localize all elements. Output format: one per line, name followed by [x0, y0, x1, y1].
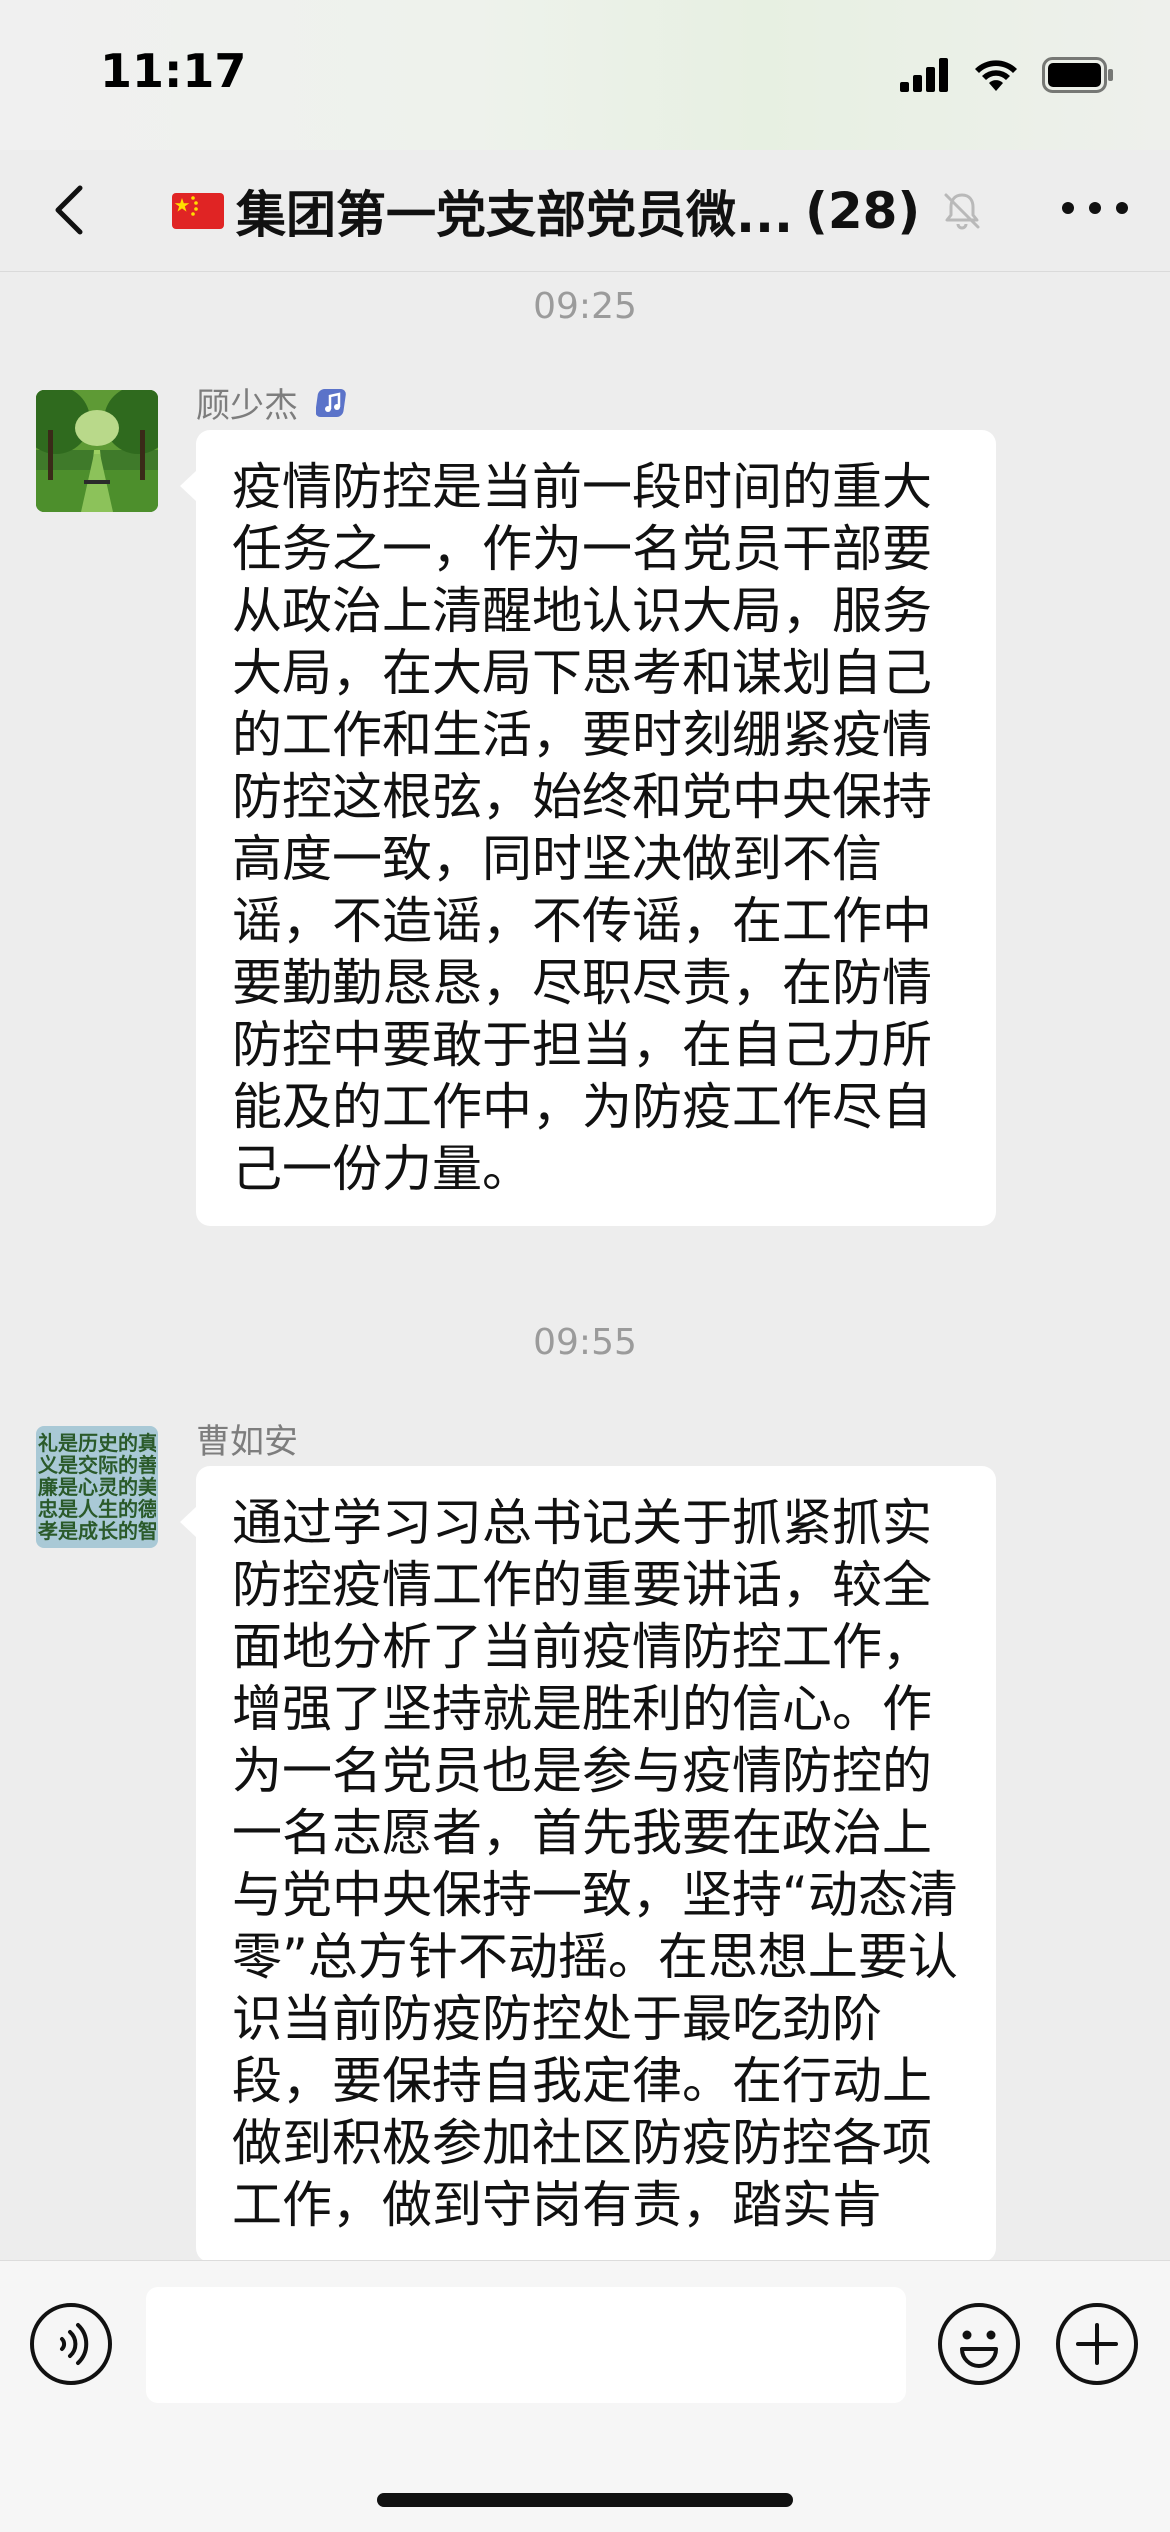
message-input[interactable]	[146, 2287, 906, 2403]
more-options-button[interactable]	[1062, 188, 1128, 228]
cellular-signal-icon	[900, 58, 948, 92]
back-button[interactable]	[40, 180, 100, 240]
china-flag-icon	[172, 193, 224, 229]
status-bar: 11:17	[0, 0, 1170, 150]
message-bubble[interactable]: 通过学习习总书记关于抓紧抓实防控疫情工作的重要讲话，较全面地分析了当前疫情防控工…	[180, 1466, 996, 2260]
input-bar	[0, 2260, 1170, 2532]
wifi-icon	[975, 60, 1017, 91]
more-dot-icon	[1062, 202, 1074, 214]
avatar[interactable]: 礼是历史的真 义是交际的善 廉是心灵的美 忠是人生的德 孝是成长的智	[36, 1426, 158, 1548]
avatar-text-line: 廉是心灵的美	[38, 1475, 156, 1499]
status-icons	[900, 52, 1114, 98]
avatar[interactable]	[36, 390, 158, 512]
chat-title[interactable]: 集团第一党支部党员微... (28)	[172, 176, 986, 246]
status-time: 11:17	[100, 44, 247, 98]
avatar-text-line: 孝是成长的智	[38, 1519, 156, 1542]
timestamp: 09:55	[533, 1322, 637, 1363]
chat-screen: 11:17 集团第一党支部党员微... (28) 09:25 顾少杰 疫情防控是…	[0, 0, 1170, 2532]
more-dot-icon	[1116, 202, 1128, 214]
emoji-button[interactable]	[936, 2301, 1022, 2387]
group-name: 集团第一党支部党员微...	[236, 186, 793, 244]
sender-row: 曹如安	[196, 1414, 298, 1463]
message-list[interactable]: 09:25 顾少杰 疫情防控是当前一段时间的重大任务之一，作为一名党员干部要从政…	[0, 272, 1170, 2260]
mute-bell-icon	[944, 193, 980, 230]
more-dot-icon	[1089, 202, 1101, 214]
voice-input-button[interactable]	[28, 2301, 114, 2387]
battery-icon	[1042, 57, 1113, 93]
tree-avenue-avatar-image	[36, 390, 158, 512]
sender-row: 顾少杰	[196, 378, 350, 427]
member-count: (28)	[804, 182, 921, 240]
avatar-text-line: 忠是人生的德	[38, 1497, 156, 1521]
message-bubble[interactable]: 疫情防控是当前一段时间的重大任务之一，作为一名党员干部要从政治上清醒地认识大局，…	[180, 430, 996, 1226]
sender-name: 顾少杰	[196, 386, 298, 426]
home-indicator[interactable]	[377, 2493, 793, 2507]
nav-bar: 集团第一党支部党员微... (28)	[0, 150, 1170, 272]
music-status-icon[interactable]	[316, 386, 350, 420]
avatar-text-line: 义是交际的善	[38, 1453, 156, 1477]
more-functions-button[interactable]	[1054, 2301, 1140, 2387]
avatar-text-line: 礼是历史的真	[38, 1432, 156, 1455]
sender-name: 曹如安	[196, 1422, 298, 1462]
avatar-calligraphy: 礼是历史的真 义是交际的善 廉是心灵的美 忠是人生的德 孝是成长的智	[38, 1432, 156, 1542]
timestamp: 09:25	[533, 286, 637, 327]
